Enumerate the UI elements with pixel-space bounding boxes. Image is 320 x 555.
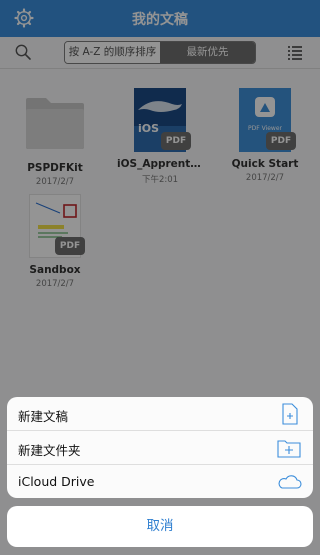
icloud-drive-action[interactable]: iCloud Drive (7, 465, 313, 498)
action-label: 新建文稿 (18, 409, 69, 424)
cancel-label: 取消 (146, 518, 174, 534)
action-sheet: 新建文稿 新建文件夹 iCloud Drive (7, 397, 313, 498)
new-folder-icon (277, 440, 301, 458)
action-label: 新建文件夹 (18, 443, 81, 458)
action-label: iCloud Drive (18, 474, 95, 489)
new-document-action[interactable]: 新建文稿 (7, 397, 313, 431)
new-folder-action[interactable]: 新建文件夹 (7, 431, 313, 465)
new-document-icon (282, 403, 298, 425)
cancel-button[interactable]: 取消 (7, 506, 313, 547)
cloud-icon (278, 475, 302, 489)
